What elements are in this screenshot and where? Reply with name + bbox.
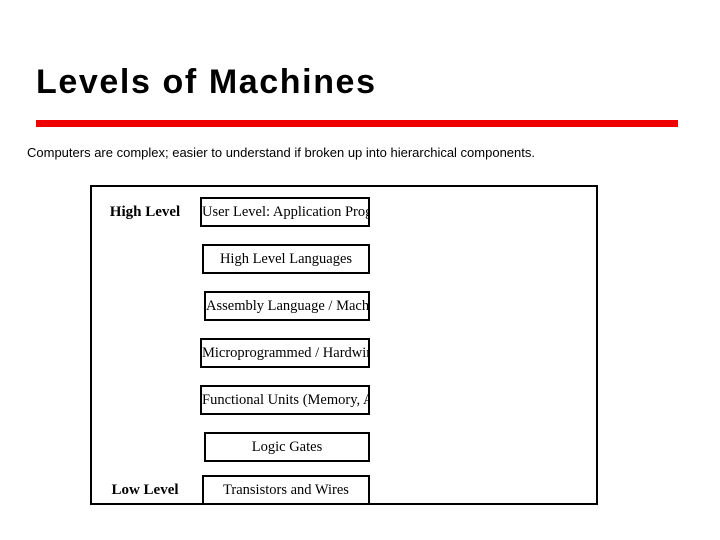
level-box-microprogrammed-control: Microprogrammed / Hardwired Control	[200, 338, 370, 368]
level-box-transistors-and-wires: Transistors and Wires	[202, 475, 370, 505]
level-box-functional-units-text: Functional Units (Memory, A.L.U., etc.)	[202, 392, 368, 408]
level-box-logic-gates: Logic Gates	[204, 432, 370, 462]
level-box-high-level-languages: High Level Languages	[202, 244, 370, 274]
slide: Levels of Machines Computers are complex…	[0, 0, 720, 540]
level-box-user-level: User Level: Application Programs	[200, 197, 370, 227]
high-level-label: High Level	[109, 204, 181, 220]
diagram-row: Microprogrammed / Hardwired Control	[92, 338, 596, 368]
diagram-row: Functional Units (Memory, A.L.U., etc.)	[92, 385, 596, 415]
levels-of-machines-diagram: High Level User Level: Application Progr…	[90, 185, 598, 505]
diagram-row: Low Level Transistors and Wires	[92, 475, 596, 505]
slide-subtitle: Computers are complex; easier to underst…	[27, 145, 535, 160]
page-title: Levels of Machines	[36, 63, 377, 101]
diagram-row: High Level User Level: Application Progr…	[92, 197, 596, 227]
diagram-row: Assembly Language / Machine Code	[92, 291, 596, 321]
low-level-label: Low Level	[111, 482, 179, 498]
level-box-assembly-language: Assembly Language / Machine Code	[204, 291, 370, 321]
diagram-row: High Level Languages	[92, 244, 596, 274]
title-divider-rule	[36, 120, 678, 127]
level-box-functional-units: Functional Units (Memory, A.L.U., etc.)	[200, 385, 370, 415]
diagram-row: Logic Gates	[92, 432, 596, 462]
